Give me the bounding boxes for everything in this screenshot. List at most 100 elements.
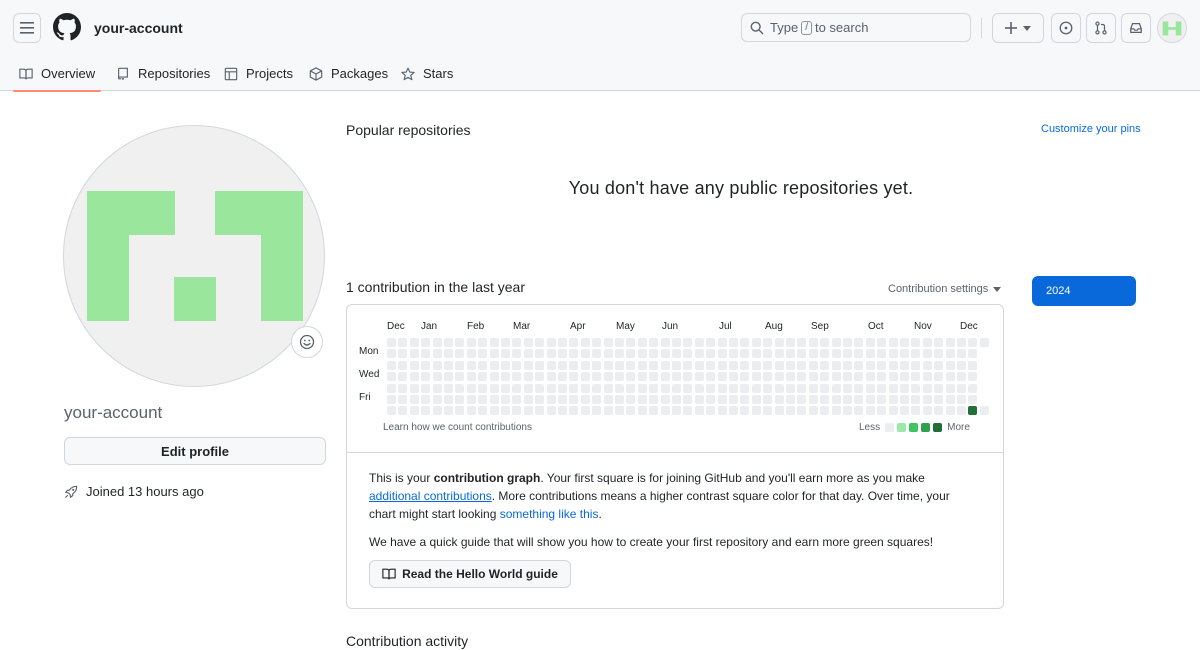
- contribution-day-cell[interactable]: [945, 338, 955, 347]
- contribution-day-cell[interactable]: [729, 360, 738, 370]
- contribution-day-cell[interactable]: [831, 372, 841, 382]
- contribution-day-cell[interactable]: [637, 338, 647, 347]
- contribution-day-cell[interactable]: [466, 383, 476, 393]
- contribution-day-cell[interactable]: [854, 383, 864, 393]
- contribution-day-cell[interactable]: [512, 372, 522, 382]
- contribution-day-cell[interactable]: [945, 383, 955, 393]
- contribution-day-cell[interactable]: [683, 338, 693, 347]
- contribution-day-cell[interactable]: [603, 349, 613, 359]
- contribution-day-cell[interactable]: [934, 406, 944, 416]
- contribution-day-cell[interactable]: [489, 360, 499, 370]
- contribution-day-cell[interactable]: [729, 406, 738, 416]
- contribution-day-cell[interactable]: [786, 383, 795, 393]
- contribution-day-cell[interactable]: [877, 349, 887, 359]
- contribution-day-cell[interactable]: [729, 349, 738, 359]
- tab-repositories[interactable]: Repositories: [110, 56, 216, 91]
- contribution-day-cell[interactable]: [854, 338, 864, 347]
- contribution-day-cell[interactable]: [478, 349, 488, 359]
- contribution-day-cell[interactable]: [569, 406, 579, 416]
- contribution-day-cell[interactable]: [592, 372, 602, 382]
- contribution-day-cell[interactable]: [626, 395, 636, 404]
- contribution-day-cell[interactable]: [751, 383, 761, 393]
- contribution-day-cell[interactable]: [637, 383, 647, 393]
- customize-pins-link[interactable]: Customize your pins: [1041, 123, 1141, 135]
- contribution-day-cell[interactable]: [683, 360, 693, 370]
- contribution-day-cell[interactable]: [432, 372, 442, 382]
- contribution-day-cell[interactable]: [774, 372, 784, 382]
- contribution-day-cell[interactable]: [592, 383, 602, 393]
- contribution-day-cell[interactable]: [421, 383, 431, 393]
- contribution-day-cell[interactable]: [489, 383, 499, 393]
- contribution-day-cell[interactable]: [900, 372, 909, 382]
- contribution-day-cell[interactable]: [706, 360, 716, 370]
- contribution-day-cell[interactable]: [626, 360, 636, 370]
- contribution-day-cell[interactable]: [432, 395, 442, 404]
- contribution-day-cell[interactable]: [398, 395, 408, 404]
- contribution-day-cell[interactable]: [569, 338, 579, 347]
- contribution-day-cell[interactable]: [717, 338, 727, 347]
- contribution-day-cell[interactable]: [615, 395, 624, 404]
- contribution-day-cell[interactable]: [820, 383, 830, 393]
- contribution-day-cell[interactable]: [877, 338, 887, 347]
- contribution-day-cell[interactable]: [558, 406, 567, 416]
- tab-projects[interactable]: Projects: [218, 56, 299, 91]
- contribution-day-cell[interactable]: [569, 395, 579, 404]
- contribution-day-cell[interactable]: [626, 349, 636, 359]
- contribution-day-cell[interactable]: [672, 383, 681, 393]
- contribution-day-cell[interactable]: [444, 383, 453, 393]
- contribution-day-cell[interactable]: [797, 383, 807, 393]
- contribution-day-cell[interactable]: [489, 395, 499, 404]
- contribution-day-cell[interactable]: [843, 395, 852, 404]
- contribution-day-cell[interactable]: [546, 338, 556, 347]
- notifications-button[interactable]: [1121, 13, 1151, 43]
- contribution-day-cell[interactable]: [512, 383, 522, 393]
- contribution-day-cell[interactable]: [603, 372, 613, 382]
- contribution-day-cell[interactable]: [843, 338, 852, 347]
- contribution-day-cell[interactable]: [603, 406, 613, 416]
- contribution-day-cell[interactable]: [774, 383, 784, 393]
- contribution-day-cell[interactable]: [763, 349, 773, 359]
- contribution-day-cell[interactable]: [592, 338, 602, 347]
- contribution-day-cell[interactable]: [740, 383, 750, 393]
- contribution-day-cell[interactable]: [706, 338, 716, 347]
- contribution-day-cell[interactable]: [945, 406, 955, 416]
- contribution-day-cell[interactable]: [808, 338, 818, 347]
- contribution-day-cell[interactable]: [888, 406, 898, 416]
- contribution-day-cell[interactable]: [900, 406, 909, 416]
- contribution-day-cell[interactable]: [409, 406, 419, 416]
- contribution-day-cell[interactable]: [672, 406, 681, 416]
- contribution-day-cell[interactable]: [649, 360, 659, 370]
- contribution-day-cell[interactable]: [387, 372, 396, 382]
- contribution-day-cell[interactable]: [466, 360, 476, 370]
- contribution-day-cell[interactable]: [421, 395, 431, 404]
- contribution-day-cell[interactable]: [934, 349, 944, 359]
- contribution-day-cell[interactable]: [523, 372, 533, 382]
- contribution-day-cell[interactable]: [831, 383, 841, 393]
- contribution-day-cell[interactable]: [649, 349, 659, 359]
- contribution-day-cell[interactable]: [398, 349, 408, 359]
- contribution-day-cell[interactable]: [865, 372, 875, 382]
- contribution-day-cell[interactable]: [797, 406, 807, 416]
- contribution-day-cell[interactable]: [558, 349, 567, 359]
- contribution-day-cell[interactable]: [387, 338, 396, 347]
- contribution-day-cell[interactable]: [774, 338, 784, 347]
- contribution-day-cell[interactable]: [569, 372, 579, 382]
- contribution-day-cell[interactable]: [763, 360, 773, 370]
- contribution-day-cell[interactable]: [637, 395, 647, 404]
- contribution-day-cell[interactable]: [968, 338, 978, 347]
- contribution-day-cell[interactable]: [432, 338, 442, 347]
- contribution-day-cell[interactable]: [843, 349, 852, 359]
- contribution-day-cell[interactable]: [672, 360, 681, 370]
- hello-world-guide-button[interactable]: Read the Hello World guide: [369, 560, 571, 588]
- contribution-day-cell[interactable]: [945, 395, 955, 404]
- contribution-day-cell[interactable]: [660, 349, 670, 359]
- contribution-day-cell[interactable]: [489, 349, 499, 359]
- contribution-day-cell[interactable]: [865, 360, 875, 370]
- contribution-day-cell[interactable]: [854, 349, 864, 359]
- contribution-day-cell[interactable]: [911, 338, 921, 347]
- contribution-day-cell[interactable]: [649, 383, 659, 393]
- contribution-day-cell[interactable]: [546, 349, 556, 359]
- contribution-day-cell[interactable]: [398, 372, 408, 382]
- contribution-day-cell[interactable]: [523, 360, 533, 370]
- contribution-day-cell[interactable]: [820, 349, 830, 359]
